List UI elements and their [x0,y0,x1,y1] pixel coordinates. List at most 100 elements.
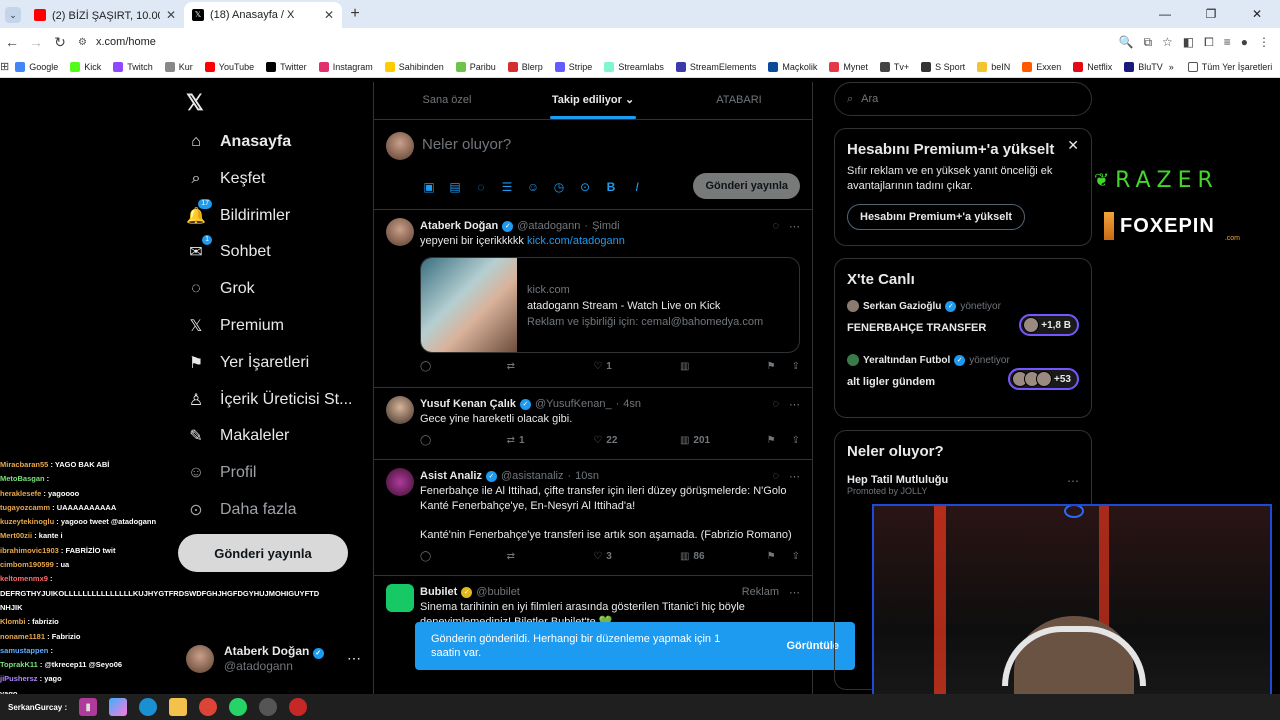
compose-input[interactable]: Neler oluyor? [422,136,511,153]
install-icon[interactable]: ⧉ [1143,35,1152,50]
back-button[interactable]: ← [0,34,24,50]
kebab-menu-icon[interactable]: ⋮ [1258,35,1270,50]
browser-tab[interactable]: (2) BİZİ ŞAŞIRT, 10.000₺ KAZAN ✕ [26,2,184,28]
live-space-item[interactable]: Yeraltından Futbol ✓ yönetiyor alt ligler … [847,354,1079,390]
url-field[interactable]: ⚙ x.com/home [78,31,1108,53]
nav-item-creator[interactable]: ♙ İçerik Üreticisi St... [186,387,353,413]
views-button[interactable]: ▥ 201 [680,435,716,446]
link-card[interactable]: kick.com atadogann Stream - Watch Live o… [420,257,800,353]
trend-item[interactable]: Hep Tatil Mutluluğu Promoted by JOLLY ⋯ [847,474,1079,496]
bookmark-kick[interactable]: Kick [64,61,107,72]
apps-icon[interactable]: ⊞ [0,60,9,73]
search-input[interactable]: ⌕ Ara [834,82,1092,116]
browser-tab-active[interactable]: 𝕏 (18) Anasayfa / X ✕ [184,2,342,28]
tweet[interactable]: Ataberk Doğan ✓ @atadogann · Şimdi ◌ ⋯ ye… [374,210,812,388]
image-icon[interactable]: ▣ [422,180,436,194]
tweet-author[interactable]: Asist Analiz [420,470,482,482]
tweet-author[interactable]: Yusuf Kenan Çalık [420,398,516,410]
bookmark-streamelements[interactable]: StreamElements [670,61,763,72]
reply-button[interactable]: ◯ [420,551,456,562]
tweet-handle[interactable]: @bubilet [476,586,520,598]
grok-icon[interactable]: ◌ [772,470,779,483]
reply-button[interactable]: ◯ [420,361,456,372]
reply-button[interactable]: ◯ [420,435,456,446]
bookmark-sahibinden[interactable]: Sahibinden [379,61,450,72]
whatsapp-icon[interactable] [229,698,248,716]
grok-icon[interactable]: ◌ [772,220,779,233]
close-icon[interactable]: ✕ [166,8,176,22]
new-tab-button[interactable]: + [342,2,368,28]
tab-following[interactable]: Takip ediliyor ⌄ [520,82,666,119]
gif-icon[interactable]: ▤ [448,180,462,194]
bookmark-mynet[interactable]: Mynet [823,61,874,72]
bookmark-instagram[interactable]: Instagram [313,61,379,72]
bookmark-icon[interactable]: ⚑ [767,551,776,562]
nav-item-mail[interactable]: ✉ 1 Sohbet [186,235,271,265]
tab-search-button[interactable]: ⌄ [0,2,26,28]
avatar[interactable] [386,584,414,612]
bookmark-paribu[interactable]: Paribu [450,61,502,72]
all-bookmarks-folder[interactable]: Tüm Yer İşaretleri [1182,61,1279,72]
tweet-author[interactable]: Ataberk Doğan [420,220,498,232]
nav-item-x[interactable]: 𝕏 Premium [186,313,284,339]
star-icon[interactable]: ☆ [1162,35,1173,50]
close-icon[interactable]: ✕ [1067,137,1079,154]
more-icon[interactable]: ⋯ [789,220,800,233]
tweet-handle[interactable]: @atadogann [517,220,580,232]
like-button[interactable]: ♡ 1 [593,361,629,372]
puzzle-icon[interactable]: ⧠ [1204,35,1214,50]
avatar[interactable] [386,396,414,424]
chevron-right-icon[interactable]: » [1169,62,1174,72]
bookmark-youtube[interactable]: YouTube [199,61,260,72]
bookmark-stripe[interactable]: Stripe [549,61,599,72]
bookmark-bein[interactable]: beIN [971,61,1016,72]
obs-icon[interactable] [259,698,278,716]
premium-upgrade-button[interactable]: Hesabını Premium+'a yükselt [847,204,1026,230]
bold-icon[interactable]: B [604,180,618,194]
tweet-time[interactable]: 10sn [575,470,599,482]
bookmark-netflix[interactable]: Netflix [1067,61,1118,72]
tweet[interactable]: Asist Analiz ✓ @asistanaliz · 10sn ◌ ⋯ Fe… [374,460,812,576]
close-window-button[interactable]: ✕ [1234,0,1280,28]
retweet-button[interactable]: ⇄ 1 [507,435,543,446]
tab-atabari[interactable]: ATABARI [666,82,812,119]
tweet-time[interactable]: Şimdi [592,220,620,232]
poll-icon[interactable]: ☰ [500,180,514,194]
chrome-icon[interactable] [199,698,218,716]
reload-button[interactable]: ↻ [48,34,72,51]
view-post-button[interactable]: Görüntüle [786,639,839,653]
grok-icon[interactable]: ◌ [772,398,779,411]
profile-icon[interactable]: ● [1241,35,1248,50]
zoom-icon[interactable]: 🔍 [1118,35,1133,50]
location-icon[interactable]: ⊙ [578,180,592,194]
avatar[interactable] [386,218,414,246]
schedule-icon[interactable]: ◷ [552,180,566,194]
tweet-handle[interactable]: @YusufKenan_ [535,398,612,410]
bookmark-icon[interactable]: ⚑ [767,361,776,372]
bookmark-ma-kolik[interactable]: Maçkolik [762,61,823,72]
extension-icon[interactable]: ◧ [1183,35,1194,50]
bookmark-kur[interactable]: Kur [159,61,199,72]
bookmark-blutv[interactable]: BluTV [1118,61,1169,72]
share-icon[interactable]: ⇪ [792,435,800,446]
more-icon[interactable]: ⋯ [1067,474,1079,488]
like-button[interactable]: ♡ 3 [593,551,629,562]
app-icon-red[interactable] [289,698,308,716]
bookmark-s-sport[interactable]: S Sport [915,61,971,72]
live-space-item[interactable]: Serkan Gazioğlu ✓ yönetiyor FENERBAHÇE TRA… [847,300,1079,336]
bookmark-exxen[interactable]: Exxen [1016,61,1067,72]
retweet-button[interactable]: ⇄ [507,361,543,372]
share-icon[interactable]: ⇪ [792,361,800,372]
forward-button[interactable]: → [24,34,48,50]
nav-item-article[interactable]: ✎ Makaleler [186,423,289,449]
nav-item-grok[interactable]: ◌ Grok [186,276,254,302]
like-button[interactable]: ♡ 22 [593,435,629,446]
tweet-link[interactable]: kick.com/atadogann [527,235,625,247]
tweet-time[interactable]: 4sn [623,398,641,410]
more-icon[interactable]: ⋯ [347,650,361,667]
tweet-handle[interactable]: @asistanaliz [501,470,564,482]
folder-icon[interactable] [169,698,188,716]
more-icon[interactable]: ⋯ [789,398,800,411]
bookmark-twitch[interactable]: Twitch [107,61,159,72]
tweet[interactable]: Yusuf Kenan Çalık ✓ @YusufKenan_ · 4sn ◌… [374,388,812,460]
